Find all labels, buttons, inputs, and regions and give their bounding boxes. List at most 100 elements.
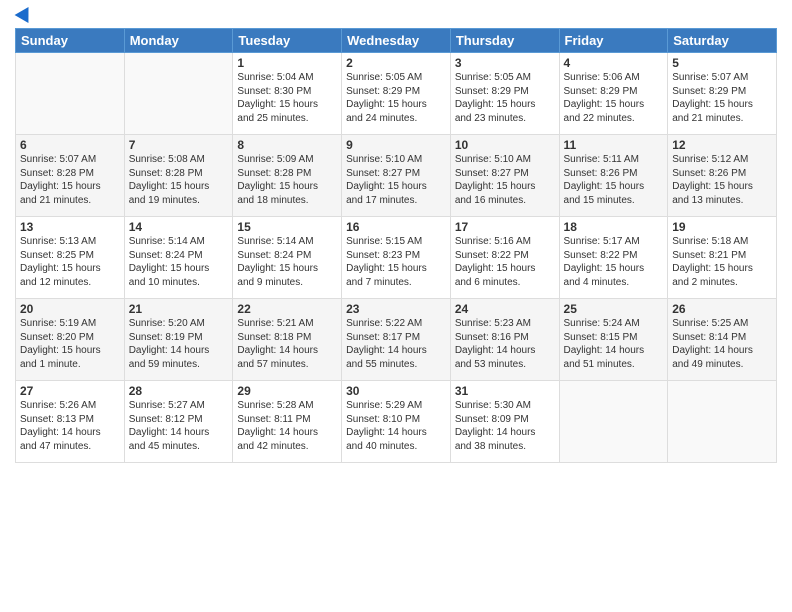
day-info: Sunrise: 5:05 AM Sunset: 8:29 PM Dayligh… (455, 71, 555, 125)
calendar-cell: 28Sunrise: 5:27 AM Sunset: 8:12 PM Dayli… (124, 381, 233, 463)
day-info: Sunrise: 5:07 AM Sunset: 8:29 PM Dayligh… (672, 71, 772, 125)
day-info: Sunrise: 5:18 AM Sunset: 8:21 PM Dayligh… (672, 235, 772, 289)
logo-triangle-icon (15, 3, 36, 23)
day-number: 27 (20, 384, 120, 398)
calendar-cell: 17Sunrise: 5:16 AM Sunset: 8:22 PM Dayli… (450, 217, 559, 299)
day-info: Sunrise: 5:13 AM Sunset: 8:25 PM Dayligh… (20, 235, 120, 289)
day-info: Sunrise: 5:23 AM Sunset: 8:16 PM Dayligh… (455, 317, 555, 371)
day-number: 14 (129, 220, 229, 234)
day-info: Sunrise: 5:25 AM Sunset: 8:14 PM Dayligh… (672, 317, 772, 371)
calendar-cell: 24Sunrise: 5:23 AM Sunset: 8:16 PM Dayli… (450, 299, 559, 381)
day-info: Sunrise: 5:14 AM Sunset: 8:24 PM Dayligh… (129, 235, 229, 289)
day-info: Sunrise: 5:17 AM Sunset: 8:22 PM Dayligh… (564, 235, 664, 289)
calendar-cell: 16Sunrise: 5:15 AM Sunset: 8:23 PM Dayli… (342, 217, 451, 299)
calendar-cell: 18Sunrise: 5:17 AM Sunset: 8:22 PM Dayli… (559, 217, 668, 299)
day-number: 7 (129, 138, 229, 152)
day-info: Sunrise: 5:28 AM Sunset: 8:11 PM Dayligh… (237, 399, 337, 453)
calendar-table: SundayMondayTuesdayWednesdayThursdayFrid… (15, 28, 777, 463)
day-info: Sunrise: 5:07 AM Sunset: 8:28 PM Dayligh… (20, 153, 120, 207)
weekday-header-friday: Friday (559, 29, 668, 53)
calendar-cell: 26Sunrise: 5:25 AM Sunset: 8:14 PM Dayli… (668, 299, 777, 381)
weekday-header-wednesday: Wednesday (342, 29, 451, 53)
day-number: 20 (20, 302, 120, 316)
day-number: 2 (346, 56, 446, 70)
calendar-cell: 27Sunrise: 5:26 AM Sunset: 8:13 PM Dayli… (16, 381, 125, 463)
day-info: Sunrise: 5:24 AM Sunset: 8:15 PM Dayligh… (564, 317, 664, 371)
day-number: 31 (455, 384, 555, 398)
calendar-cell: 21Sunrise: 5:20 AM Sunset: 8:19 PM Dayli… (124, 299, 233, 381)
calendar-cell: 30Sunrise: 5:29 AM Sunset: 8:10 PM Dayli… (342, 381, 451, 463)
day-number: 30 (346, 384, 446, 398)
day-info: Sunrise: 5:30 AM Sunset: 8:09 PM Dayligh… (455, 399, 555, 453)
page: SundayMondayTuesdayWednesdayThursdayFrid… (0, 0, 792, 612)
calendar-cell: 6Sunrise: 5:07 AM Sunset: 8:28 PM Daylig… (16, 135, 125, 217)
weekday-header-row: SundayMondayTuesdayWednesdayThursdayFrid… (16, 29, 777, 53)
calendar-cell: 3Sunrise: 5:05 AM Sunset: 8:29 PM Daylig… (450, 53, 559, 135)
day-info: Sunrise: 5:22 AM Sunset: 8:17 PM Dayligh… (346, 317, 446, 371)
day-number: 4 (564, 56, 664, 70)
day-info: Sunrise: 5:26 AM Sunset: 8:13 PM Dayligh… (20, 399, 120, 453)
day-info: Sunrise: 5:10 AM Sunset: 8:27 PM Dayligh… (455, 153, 555, 207)
calendar-cell: 25Sunrise: 5:24 AM Sunset: 8:15 PM Dayli… (559, 299, 668, 381)
day-number: 5 (672, 56, 772, 70)
calendar-cell: 2Sunrise: 5:05 AM Sunset: 8:29 PM Daylig… (342, 53, 451, 135)
day-number: 24 (455, 302, 555, 316)
week-row-1: 1Sunrise: 5:04 AM Sunset: 8:30 PM Daylig… (16, 53, 777, 135)
calendar-cell: 23Sunrise: 5:22 AM Sunset: 8:17 PM Dayli… (342, 299, 451, 381)
calendar-cell: 5Sunrise: 5:07 AM Sunset: 8:29 PM Daylig… (668, 53, 777, 135)
week-row-4: 20Sunrise: 5:19 AM Sunset: 8:20 PM Dayli… (16, 299, 777, 381)
calendar-cell (668, 381, 777, 463)
calendar-cell: 8Sunrise: 5:09 AM Sunset: 8:28 PM Daylig… (233, 135, 342, 217)
calendar-cell (124, 53, 233, 135)
calendar-cell: 1Sunrise: 5:04 AM Sunset: 8:30 PM Daylig… (233, 53, 342, 135)
day-number: 13 (20, 220, 120, 234)
day-number: 19 (672, 220, 772, 234)
calendar-cell: 4Sunrise: 5:06 AM Sunset: 8:29 PM Daylig… (559, 53, 668, 135)
day-number: 8 (237, 138, 337, 152)
header (15, 10, 777, 20)
day-number: 18 (564, 220, 664, 234)
day-info: Sunrise: 5:06 AM Sunset: 8:29 PM Dayligh… (564, 71, 664, 125)
logo (15, 10, 33, 20)
day-info: Sunrise: 5:04 AM Sunset: 8:30 PM Dayligh… (237, 71, 337, 125)
calendar-cell (16, 53, 125, 135)
week-row-5: 27Sunrise: 5:26 AM Sunset: 8:13 PM Dayli… (16, 381, 777, 463)
calendar-cell: 7Sunrise: 5:08 AM Sunset: 8:28 PM Daylig… (124, 135, 233, 217)
weekday-header-tuesday: Tuesday (233, 29, 342, 53)
day-number: 25 (564, 302, 664, 316)
day-number: 1 (237, 56, 337, 70)
calendar-cell: 11Sunrise: 5:11 AM Sunset: 8:26 PM Dayli… (559, 135, 668, 217)
calendar-cell: 13Sunrise: 5:13 AM Sunset: 8:25 PM Dayli… (16, 217, 125, 299)
day-info: Sunrise: 5:16 AM Sunset: 8:22 PM Dayligh… (455, 235, 555, 289)
calendar-cell: 29Sunrise: 5:28 AM Sunset: 8:11 PM Dayli… (233, 381, 342, 463)
day-number: 3 (455, 56, 555, 70)
day-number: 9 (346, 138, 446, 152)
day-number: 6 (20, 138, 120, 152)
day-number: 16 (346, 220, 446, 234)
day-number: 26 (672, 302, 772, 316)
calendar-cell: 15Sunrise: 5:14 AM Sunset: 8:24 PM Dayli… (233, 217, 342, 299)
day-number: 21 (129, 302, 229, 316)
day-number: 28 (129, 384, 229, 398)
weekday-header-monday: Monday (124, 29, 233, 53)
calendar-cell: 31Sunrise: 5:30 AM Sunset: 8:09 PM Dayli… (450, 381, 559, 463)
day-number: 10 (455, 138, 555, 152)
week-row-3: 13Sunrise: 5:13 AM Sunset: 8:25 PM Dayli… (16, 217, 777, 299)
day-info: Sunrise: 5:11 AM Sunset: 8:26 PM Dayligh… (564, 153, 664, 207)
day-info: Sunrise: 5:05 AM Sunset: 8:29 PM Dayligh… (346, 71, 446, 125)
day-number: 12 (672, 138, 772, 152)
day-number: 23 (346, 302, 446, 316)
calendar-cell: 22Sunrise: 5:21 AM Sunset: 8:18 PM Dayli… (233, 299, 342, 381)
week-row-2: 6Sunrise: 5:07 AM Sunset: 8:28 PM Daylig… (16, 135, 777, 217)
calendar-cell: 9Sunrise: 5:10 AM Sunset: 8:27 PM Daylig… (342, 135, 451, 217)
weekday-header-saturday: Saturday (668, 29, 777, 53)
day-number: 22 (237, 302, 337, 316)
day-info: Sunrise: 5:21 AM Sunset: 8:18 PM Dayligh… (237, 317, 337, 371)
day-info: Sunrise: 5:08 AM Sunset: 8:28 PM Dayligh… (129, 153, 229, 207)
calendar-cell: 19Sunrise: 5:18 AM Sunset: 8:21 PM Dayli… (668, 217, 777, 299)
day-number: 15 (237, 220, 337, 234)
day-number: 11 (564, 138, 664, 152)
day-info: Sunrise: 5:29 AM Sunset: 8:10 PM Dayligh… (346, 399, 446, 453)
weekday-header-thursday: Thursday (450, 29, 559, 53)
calendar-cell (559, 381, 668, 463)
